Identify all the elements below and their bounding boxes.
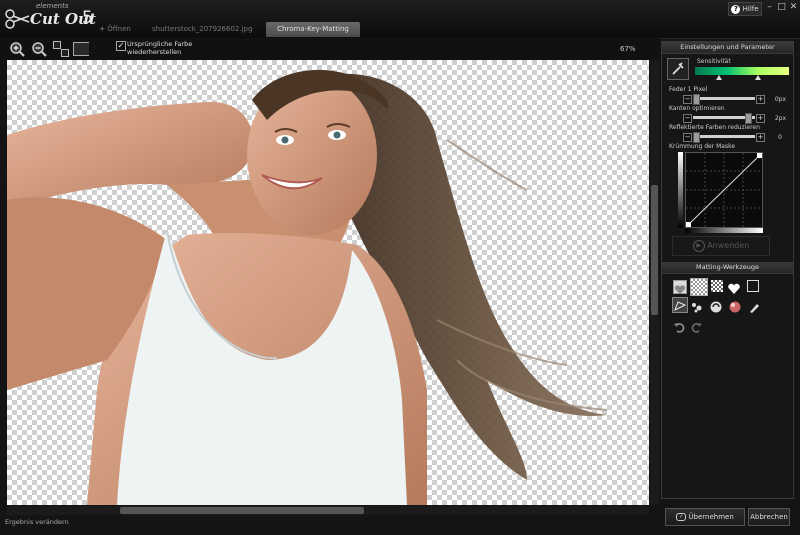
brush-tool[interactable]: [748, 298, 760, 313]
zoom-level: 67%: [620, 45, 636, 53]
curve-horizontal-gradient: [685, 228, 763, 233]
brush-icon: [750, 304, 759, 313]
minimize-button[interactable]: –: [764, 2, 775, 14]
redo-button[interactable]: [691, 318, 703, 333]
color-sphere-icon: [729, 301, 741, 313]
reflect-label: Reflektierte Farben reduzieren: [669, 124, 760, 131]
image-canvas[interactable]: [7, 60, 649, 505]
mask-curve-editor[interactable]: [685, 152, 763, 228]
zoom-out-icon[interactable]: [31, 41, 47, 57]
tab-chroma-label: Chroma-Key-Matting: [277, 25, 349, 33]
heart-filled-tool[interactable]: [673, 280, 687, 294]
edges-value: 2px: [774, 115, 786, 122]
help-icon: ?: [731, 5, 741, 14]
help-button[interactable]: ? Hilfe: [728, 2, 762, 16]
tab-file[interactable]: shutterstock_207926602.jpg: [152, 22, 252, 37]
checker-tool-selected[interactable]: [690, 278, 708, 296]
color-sphere-tool[interactable]: [729, 298, 741, 313]
undo-icon: [674, 323, 685, 333]
feather-slider[interactable]: − +: [683, 94, 765, 105]
swirl-tool[interactable]: [710, 298, 722, 313]
feather-track[interactable]: [693, 97, 755, 100]
tab-open-label: Öffnen: [107, 25, 131, 33]
curve-point-start[interactable]: [686, 222, 691, 227]
accept-label: Übernehmen: [688, 513, 734, 521]
feather-value: 0px: [774, 96, 786, 103]
edges-label: Kanten optimieren: [669, 105, 725, 112]
plus-icon: +: [99, 25, 106, 33]
tab-open[interactable]: + Öffnen: [90, 22, 140, 37]
matting-tools-header: Matting-Werkzeuge: [662, 262, 793, 274]
spots-icon: [692, 303, 702, 313]
tab-chroma-key-matting[interactable]: Chroma-Key-Matting: [266, 22, 360, 37]
help-label: Hilfe: [742, 5, 759, 13]
sensitivity-label: Sensitivität: [697, 58, 731, 65]
close-button[interactable]: ✕: [788, 2, 799, 14]
scissors-icon: [5, 9, 30, 29]
subject-image: [7, 69, 608, 505]
horizontal-scroll-thumb[interactable]: [120, 507, 364, 514]
accept-button[interactable]: ✓ Übernehmen: [665, 508, 745, 526]
full-view-icon[interactable]: [73, 41, 89, 57]
sensitivity-handle-high[interactable]: [755, 75, 761, 80]
undo-button[interactable]: [673, 318, 685, 333]
feather-knob[interactable]: [693, 94, 700, 105]
feather-label: Feder 1 Pixel: [669, 86, 708, 93]
apply-label: Anwenden: [707, 241, 750, 250]
settings-header: Einstellungen und Parameter: [662, 42, 793, 54]
lasso-icon: [674, 301, 687, 312]
heart-outline-icon: [728, 283, 740, 294]
apply-button[interactable]: ▶ Anwenden: [672, 236, 770, 256]
reflect-track[interactable]: [693, 135, 755, 138]
restore-color-checkbox[interactable]: ✓: [116, 41, 126, 51]
sensitivity-gradient[interactable]: [695, 67, 789, 75]
cancel-button[interactable]: Abbrechen: [748, 508, 790, 526]
mask-curve-graph: [686, 153, 762, 227]
edges-plus[interactable]: +: [756, 114, 765, 123]
edges-slider[interactable]: − +: [683, 113, 765, 124]
play-icon: ▶: [692, 239, 705, 252]
accept-icon: ✓: [676, 513, 687, 521]
swirl-icon: [710, 301, 722, 313]
mask-curve-label: Krümmung der Maske: [669, 143, 736, 150]
sensitivity-handle-low[interactable]: [716, 75, 722, 80]
checker-tool[interactable]: [711, 280, 723, 292]
app-edition: elements: [36, 2, 69, 10]
restore-color-label: Ursprüngliche Farbe wiederherstellen: [127, 40, 193, 56]
toolbar: [0, 38, 660, 60]
reflect-knob[interactable]: [693, 132, 700, 143]
reflect-minus[interactable]: −: [683, 133, 692, 142]
eyedropper-icon: [672, 62, 684, 75]
edges-minus[interactable]: −: [683, 114, 692, 123]
maximize-button[interactable]: □: [776, 2, 787, 14]
edges-knob[interactable]: [745, 113, 752, 124]
redo-icon: [691, 323, 702, 333]
reflect-slider[interactable]: − +: [683, 132, 765, 143]
vertical-scroll-thumb[interactable]: [651, 185, 658, 315]
eyedropper-button[interactable]: [667, 58, 689, 80]
heart-icon: [674, 285, 686, 294]
curve-vertical-gradient: [678, 152, 683, 228]
tab-file-label: shutterstock_207926602.jpg: [152, 25, 253, 33]
fit-view-icon[interactable]: [53, 41, 69, 57]
heart-white-tool[interactable]: [728, 280, 740, 294]
zoom-in-icon[interactable]: [9, 41, 25, 57]
status-text: Ergebnis verändern: [5, 518, 69, 526]
feather-plus[interactable]: +: [756, 95, 765, 104]
reflect-value: 0: [778, 134, 782, 141]
square-tool[interactable]: [747, 280, 759, 292]
lasso-tool[interactable]: [672, 297, 688, 313]
feather-minus[interactable]: −: [683, 95, 692, 104]
curve-point-end[interactable]: [757, 153, 762, 158]
spots-tool[interactable]: [691, 298, 703, 313]
reflect-plus[interactable]: +: [756, 133, 765, 142]
